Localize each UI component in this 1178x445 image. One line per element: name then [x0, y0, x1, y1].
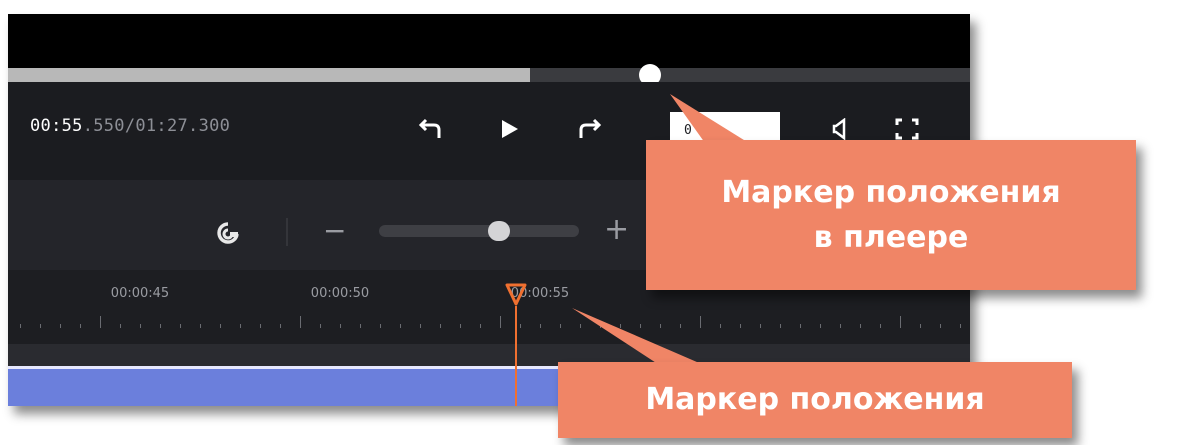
zoom-in-button[interactable]: + — [604, 215, 629, 245]
callout-player-marker: Маркер положения в плеере — [646, 140, 1136, 290]
ruler-minor-tick — [600, 324, 601, 328]
ruler-minor-tick — [240, 324, 241, 328]
ruler-minor-tick — [340, 324, 341, 328]
player-progress-fill — [8, 68, 531, 82]
ruler-minor-tick — [140, 324, 141, 328]
ruler-minor-tick — [400, 324, 401, 328]
ruler-minor-tick — [200, 324, 201, 328]
ruler-minor-tick — [960, 324, 961, 328]
ruler-major-tick — [900, 316, 901, 328]
ruler-minor-tick — [320, 324, 321, 328]
ruler-minor-tick — [880, 324, 881, 328]
ruler-minor-tick — [40, 324, 41, 328]
ruler-minor-tick — [220, 324, 221, 328]
ruler-minor-tick — [840, 324, 841, 328]
ruler-minor-tick — [280, 324, 281, 328]
zoom-slider-handle[interactable] — [488, 221, 510, 241]
ruler-minor-tick — [420, 324, 421, 328]
magnet-icon[interactable] — [215, 221, 241, 251]
ruler-minor-tick — [760, 324, 761, 328]
ruler-major-tick — [100, 316, 101, 328]
ruler-minor-tick — [620, 324, 621, 328]
ruler-minor-tick — [580, 324, 581, 328]
playhead-line — [515, 306, 517, 406]
ruler-minor-tick — [680, 324, 681, 328]
ruler-minor-tick — [720, 324, 721, 328]
ruler-minor-tick — [380, 324, 381, 328]
ruler-minor-tick — [540, 324, 541, 328]
ruler-minor-tick — [460, 324, 461, 328]
tick-label-45: 00:00:45 — [110, 286, 170, 301]
tick-label-50: 00:00:50 — [310, 286, 370, 301]
toolbar-divider — [286, 218, 288, 246]
ruler-minor-tick — [120, 324, 121, 328]
ruler-minor-tick — [20, 324, 21, 328]
time-display: 00:55.550/01:27.300 — [30, 116, 230, 136]
ruler-minor-tick — [740, 324, 741, 328]
ruler-minor-tick — [260, 324, 261, 328]
ruler-minor-tick — [820, 324, 821, 328]
current-ms-and-duration: .550/01:27.300 — [82, 116, 231, 136]
ruler-minor-tick — [520, 324, 521, 328]
redo-arrow-icon[interactable] — [576, 116, 602, 142]
ruler-minor-tick — [440, 324, 441, 328]
ruler-minor-tick — [800, 324, 801, 328]
ruler-major-tick — [300, 316, 301, 328]
ruler-minor-tick — [180, 324, 181, 328]
volume-icon[interactable] — [832, 118, 848, 140]
ruler-minor-tick — [940, 324, 941, 328]
ruler-minor-tick — [560, 324, 561, 328]
ruler-minor-tick — [160, 324, 161, 328]
play-icon[interactable] — [500, 118, 520, 140]
ruler-minor-tick — [480, 324, 481, 328]
zoom-slider[interactable] — [379, 225, 579, 237]
ruler-major-tick — [700, 316, 701, 328]
video-preview[interactable] — [8, 14, 970, 68]
ruler-minor-tick — [60, 324, 61, 328]
ruler-minor-tick — [80, 324, 81, 328]
ruler-minor-tick — [780, 324, 781, 328]
ruler-minor-tick — [860, 324, 861, 328]
ruler-minor-tick — [920, 324, 921, 328]
undo-arrow-icon[interactable] — [418, 116, 444, 142]
fullscreen-icon[interactable] — [895, 118, 919, 140]
ruler-major-tick — [500, 316, 501, 328]
callout-timeline-marker: Маркер положения — [558, 362, 1072, 438]
snapshot-label: 0 — [684, 123, 692, 138]
zoom-out-button[interactable]: − — [323, 217, 346, 245]
ruler-minor-tick — [640, 324, 641, 328]
ruler-minor-tick — [360, 324, 361, 328]
callout-player-line1: Маркер положения — [721, 175, 1061, 210]
current-time: 00:55 — [30, 116, 83, 136]
player-progress-bar[interactable] — [8, 68, 970, 82]
playhead-marker[interactable] — [504, 282, 528, 312]
callout-player-line2: в плеере — [813, 220, 969, 255]
ruler-minor-tick — [660, 324, 661, 328]
